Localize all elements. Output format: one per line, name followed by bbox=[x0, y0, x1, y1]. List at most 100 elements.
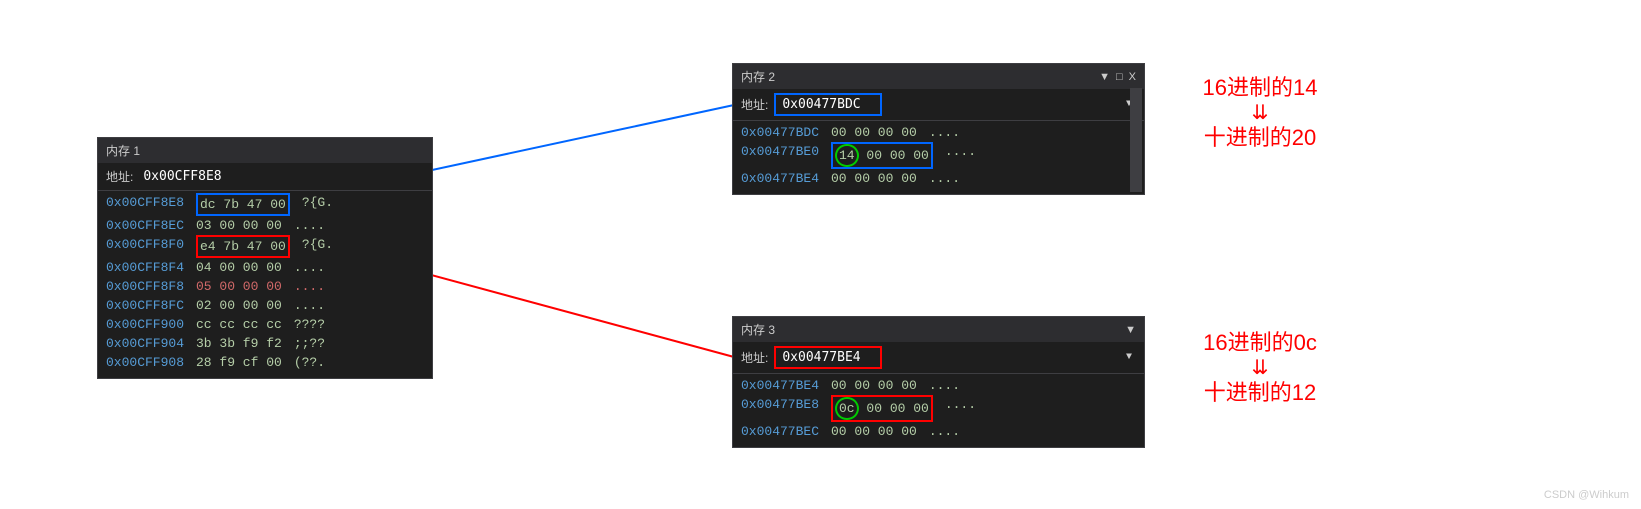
memory-address: 0x00477BE8 bbox=[741, 395, 831, 422]
memory-panel-1: 内存 1 地址: 0x00CFF8E8dc 7b 47 00?{G.0x00CF… bbox=[97, 137, 433, 379]
memory-content-3: 0x00477BE400 00 00 00....0x00477BE80c 00… bbox=[733, 374, 1144, 447]
watermark-text: CSDN @Wihkum bbox=[1544, 489, 1629, 501]
memory-bytes: 04 00 00 00 bbox=[196, 258, 282, 277]
address-label: 地址: bbox=[106, 168, 133, 185]
memory-content-2: 0x00477BDC00 00 00 00....0x00477BE014 00… bbox=[733, 121, 1144, 194]
panel-title-label: 内存 3 bbox=[741, 321, 775, 338]
memory-row: 0x00CFF8F805 00 00 00.... bbox=[106, 277, 424, 296]
memory-address: 0x00477BE4 bbox=[741, 376, 831, 395]
memory-row: 0x00477BE014 00 00 00.... bbox=[741, 142, 1136, 169]
panel-title-2: 内存 2 ▼ □ X bbox=[733, 64, 1144, 89]
address-bar-1: 地址: bbox=[98, 163, 432, 191]
memory-content-1: 0x00CFF8E8dc 7b 47 00?{G.0x00CFF8EC03 00… bbox=[98, 191, 432, 378]
highlight-box: 0c 00 00 00 bbox=[831, 395, 933, 422]
arrow-down-icon: ⇊ bbox=[1180, 358, 1340, 378]
memory-bytes: 00 00 00 00 bbox=[831, 123, 917, 142]
memory-address: 0x00CFF8E8 bbox=[106, 193, 196, 216]
memory-bytes: 14 00 00 00 bbox=[831, 142, 933, 169]
panel-title-1: 内存 1 bbox=[98, 138, 432, 163]
address-input-3[interactable] bbox=[778, 348, 878, 367]
memory-row: 0x00CFF900cc cc cc cc???? bbox=[106, 315, 424, 334]
memory-ascii: .... bbox=[294, 296, 325, 315]
dropdown-icon[interactable]: ▼ bbox=[1099, 71, 1110, 83]
memory-bytes: 28 f9 cf 00 bbox=[196, 353, 282, 372]
memory-address: 0x00CFF908 bbox=[106, 353, 196, 372]
memory-bytes: 3b 3b f9 f2 bbox=[196, 334, 282, 353]
memory-row: 0x00477BDC00 00 00 00.... bbox=[741, 123, 1136, 142]
memory-bytes: 00 00 00 00 bbox=[831, 376, 917, 395]
memory-ascii: (??. bbox=[294, 353, 325, 372]
memory-ascii: .... bbox=[294, 258, 325, 277]
panel-title-label: 内存 2 bbox=[741, 68, 775, 85]
memory-row: 0x00CFF90828 f9 cf 00 (??. bbox=[106, 353, 424, 372]
memory-ascii: .... bbox=[294, 216, 325, 235]
memory-bytes: 05 00 00 00 bbox=[196, 277, 282, 296]
memory-row: 0x00CFF8FC02 00 00 00.... bbox=[106, 296, 424, 315]
memory-bytes: 0c 00 00 00 bbox=[831, 395, 933, 422]
dropdown-icon[interactable]: ▼ bbox=[1125, 324, 1136, 336]
scrollbar-vertical[interactable] bbox=[1130, 88, 1142, 192]
memory-address: 0x00477BDC bbox=[741, 123, 831, 142]
memory-bytes: cc cc cc cc bbox=[196, 315, 282, 334]
memory-bytes: 03 00 00 00 bbox=[196, 216, 282, 235]
annotation-hex0c: 16进制的0c ⇊ 十进制的12 bbox=[1180, 330, 1340, 407]
memory-ascii: .... bbox=[945, 142, 976, 169]
address-bar-3: 地址: ▼ bbox=[733, 342, 1144, 374]
memory-ascii: .... bbox=[929, 123, 960, 142]
memory-ascii: ?{G. bbox=[302, 235, 333, 258]
memory-bytes: 00 00 00 00 bbox=[831, 422, 917, 441]
memory-row: 0x00CFF8EC03 00 00 00.... bbox=[106, 216, 424, 235]
memory-address: 0x00477BE0 bbox=[741, 142, 831, 169]
window-icon[interactable]: □ bbox=[1116, 71, 1123, 83]
memory-address: 0x00477BE4 bbox=[741, 169, 831, 188]
memory-address: 0x00477BEC bbox=[741, 422, 831, 441]
memory-address: 0x00CFF8EC bbox=[106, 216, 196, 235]
address-input-1[interactable] bbox=[139, 167, 424, 186]
memory-address: 0x00CFF8FC bbox=[106, 296, 196, 315]
memory-row: 0x00CFF8E8dc 7b 47 00 ?{G. bbox=[106, 193, 424, 216]
memory-row: 0x00477BE80c 00 00 00.... bbox=[741, 395, 1136, 422]
memory-bytes: dc 7b 47 00 bbox=[196, 193, 290, 216]
annotation-hex-text: 16进制的14 bbox=[1180, 75, 1340, 101]
panel-title-3: 内存 3 ▼ bbox=[733, 317, 1144, 342]
address-bar-2: 地址: ▼ bbox=[733, 89, 1144, 121]
highlighted-byte: 14 bbox=[835, 144, 859, 167]
memory-panel-2: 内存 2 ▼ □ X 地址: ▼ 0x00477BDC00 00 00 00..… bbox=[732, 63, 1145, 195]
memory-ascii: .... bbox=[945, 395, 976, 422]
window-controls: ▼ □ X bbox=[1099, 71, 1136, 83]
memory-row: 0x00CFF8F0e4 7b 47 00 ?{G. bbox=[106, 235, 424, 258]
address-input-2[interactable] bbox=[778, 95, 878, 114]
memory-address: 0x00CFF900 bbox=[106, 315, 196, 334]
memory-address: 0x00CFF8F4 bbox=[106, 258, 196, 277]
memory-row: 0x00CFF8F404 00 00 00.... bbox=[106, 258, 424, 277]
dropdown-icon[interactable]: ▼ bbox=[1122, 352, 1136, 363]
address-label: 地址: bbox=[741, 96, 768, 113]
address-label: 地址: bbox=[741, 349, 768, 366]
window-controls: ▼ bbox=[1125, 324, 1136, 336]
annotation-hex-text: 16进制的0c bbox=[1180, 330, 1340, 356]
memory-bytes: 02 00 00 00 bbox=[196, 296, 282, 315]
memory-row: 0x00477BEC00 00 00 00.... bbox=[741, 422, 1136, 441]
close-icon[interactable]: X bbox=[1129, 71, 1136, 83]
memory-panel-3: 内存 3 ▼ 地址: ▼ 0x00477BE400 00 00 00....0x… bbox=[732, 316, 1145, 448]
memory-ascii: .... bbox=[294, 277, 325, 296]
memory-row: 0x00477BE400 00 00 00.... bbox=[741, 376, 1136, 395]
memory-ascii: ;;?? bbox=[294, 334, 325, 353]
arrow-down-icon: ⇊ bbox=[1180, 103, 1340, 123]
memory-ascii: .... bbox=[929, 422, 960, 441]
memory-bytes: e4 7b 47 00 bbox=[196, 235, 290, 258]
memory-ascii: .... bbox=[929, 169, 960, 188]
memory-row: 0x00CFF9043b 3b f9 f2;;?? bbox=[106, 334, 424, 353]
annotation-dec-text: 十进制的12 bbox=[1180, 380, 1340, 406]
highlighted-byte: 0c bbox=[835, 397, 859, 420]
memory-address: 0x00CFF8F8 bbox=[106, 277, 196, 296]
memory-bytes: 00 00 00 00 bbox=[831, 169, 917, 188]
annotation-dec-text: 十进制的20 bbox=[1180, 125, 1340, 151]
memory-row: 0x00477BE400 00 00 00.... bbox=[741, 169, 1136, 188]
highlight-box: dc 7b 47 00 bbox=[196, 193, 290, 216]
annotation-hex14: 16进制的14 ⇊ 十进制的20 bbox=[1180, 75, 1340, 152]
memory-address: 0x00CFF8F0 bbox=[106, 235, 196, 258]
highlight-box: 14 00 00 00 bbox=[831, 142, 933, 169]
memory-ascii: ???? bbox=[294, 315, 325, 334]
memory-ascii: ?{G. bbox=[302, 193, 333, 216]
